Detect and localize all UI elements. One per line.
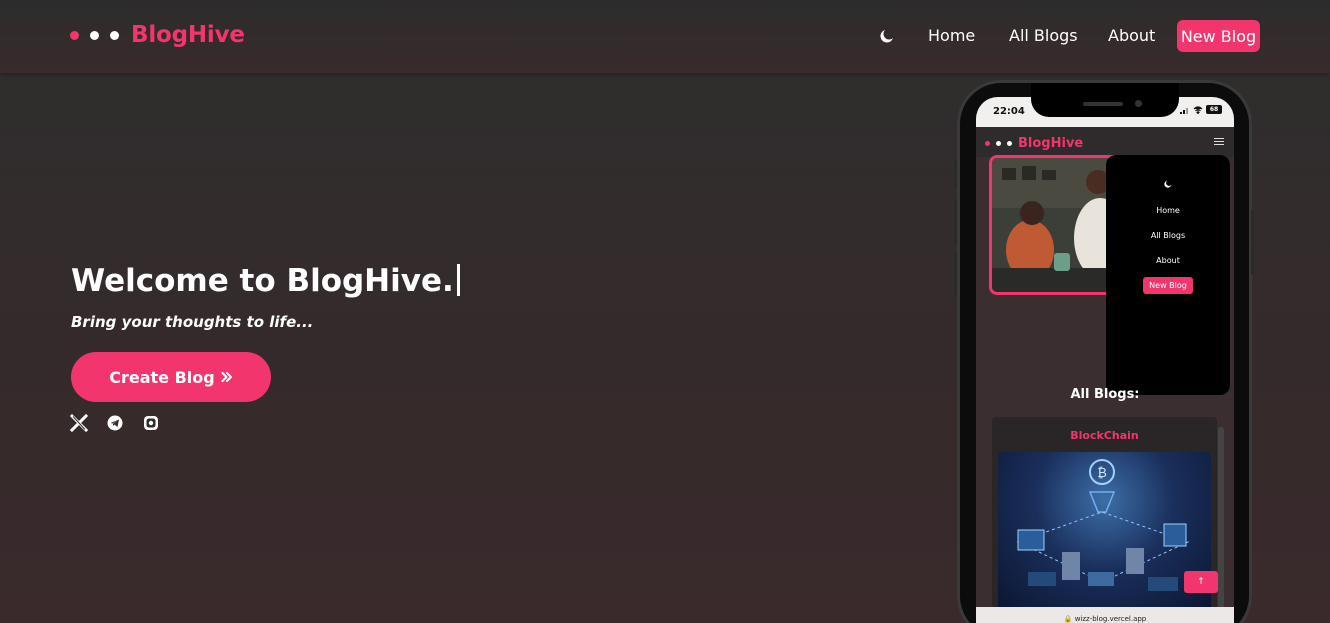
mockup-menu-about: About bbox=[1156, 256, 1180, 265]
mockup-card-image: ₿ bbox=[998, 452, 1211, 612]
nav-home-link[interactable]: Home bbox=[928, 26, 975, 45]
mockup-logo: BlogHive bbox=[985, 136, 1083, 151]
instagram-icon[interactable] bbox=[142, 414, 160, 432]
nav-about-link[interactable]: About bbox=[1108, 26, 1155, 45]
typing-cursor bbox=[456, 264, 460, 296]
hero-title-text: Welcome to BlogHive. bbox=[71, 263, 454, 299]
mockup-menu-all-blogs: All Blogs bbox=[1150, 231, 1186, 240]
mockup-header: BlogHive bbox=[976, 127, 1234, 157]
hamburger-icon bbox=[1214, 138, 1224, 147]
phone-screen: 22:04 68 BlogHive Home All Blogs About N… bbox=[976, 97, 1234, 623]
logo-text: BlogHive bbox=[131, 22, 245, 48]
phone-side-button bbox=[1251, 210, 1254, 275]
moon-icon bbox=[1164, 180, 1172, 188]
mockup-logo-text: BlogHive bbox=[1018, 136, 1084, 151]
create-blog-label: Create Blog bbox=[109, 367, 215, 387]
mockup-card-title: BlockChain bbox=[1070, 429, 1139, 442]
phone-side-button bbox=[954, 200, 957, 245]
logo-dot bbox=[1007, 141, 1012, 146]
mockup-url-bar: 🔒 wizz-blog.vercel.app bbox=[976, 607, 1234, 623]
logo-dot bbox=[90, 30, 99, 40]
logo-dot bbox=[985, 141, 990, 146]
logo-dot bbox=[996, 141, 1001, 146]
mockup-scroll-top-button: ↑ bbox=[1184, 571, 1218, 593]
mockup-url: wizz-blog.vercel.app bbox=[1074, 615, 1147, 623]
telegram-icon[interactable] bbox=[106, 414, 124, 432]
status-time: 22:04 bbox=[993, 106, 1025, 117]
blockchain-illustration: ₿ bbox=[1016, 459, 1190, 591]
phone-camera bbox=[1135, 100, 1142, 107]
nav-all-blogs-link[interactable]: All Blogs bbox=[1009, 26, 1078, 45]
svg-text:₿: ₿ bbox=[1097, 466, 1107, 481]
mockup-dropdown-menu: Home All Blogs About New Blog bbox=[1106, 155, 1230, 395]
mockup-section-title: All Blogs: bbox=[1070, 387, 1140, 402]
hero-title: Welcome to BlogHive. bbox=[71, 263, 460, 299]
create-blog-button[interactable]: Create Blog bbox=[71, 352, 271, 402]
logo-dot bbox=[110, 30, 119, 40]
phone-notch bbox=[1031, 83, 1179, 117]
wifi-icon bbox=[1193, 105, 1203, 114]
signal-icon bbox=[1180, 107, 1188, 114]
mockup-menu-home: Home bbox=[1156, 206, 1180, 215]
x-icon[interactable] bbox=[70, 414, 88, 432]
mockup-blog-card: BlockChain ₿ bbox=[992, 417, 1217, 623]
battery-icon: 68 bbox=[1206, 105, 1222, 114]
double-chevron-right-icon bbox=[221, 372, 232, 382]
mockup-menu-new-blog: New Blog bbox=[1143, 277, 1193, 294]
status-icons: 68 bbox=[1180, 105, 1222, 114]
mockup-scrollbar bbox=[1218, 427, 1224, 623]
hero-subtitle: Bring your thoughts to life... bbox=[71, 313, 314, 331]
site-logo[interactable]: BlogHive bbox=[70, 22, 245, 48]
phone-speaker bbox=[1083, 102, 1123, 106]
phone-side-button bbox=[954, 252, 957, 297]
moon-icon[interactable] bbox=[878, 27, 896, 45]
phone-side-button bbox=[954, 160, 957, 188]
site-header: BlogHive Home All Blogs About New Blog bbox=[0, 0, 1330, 73]
new-blog-button[interactable]: New Blog bbox=[1177, 20, 1260, 52]
logo-dot bbox=[70, 30, 79, 40]
